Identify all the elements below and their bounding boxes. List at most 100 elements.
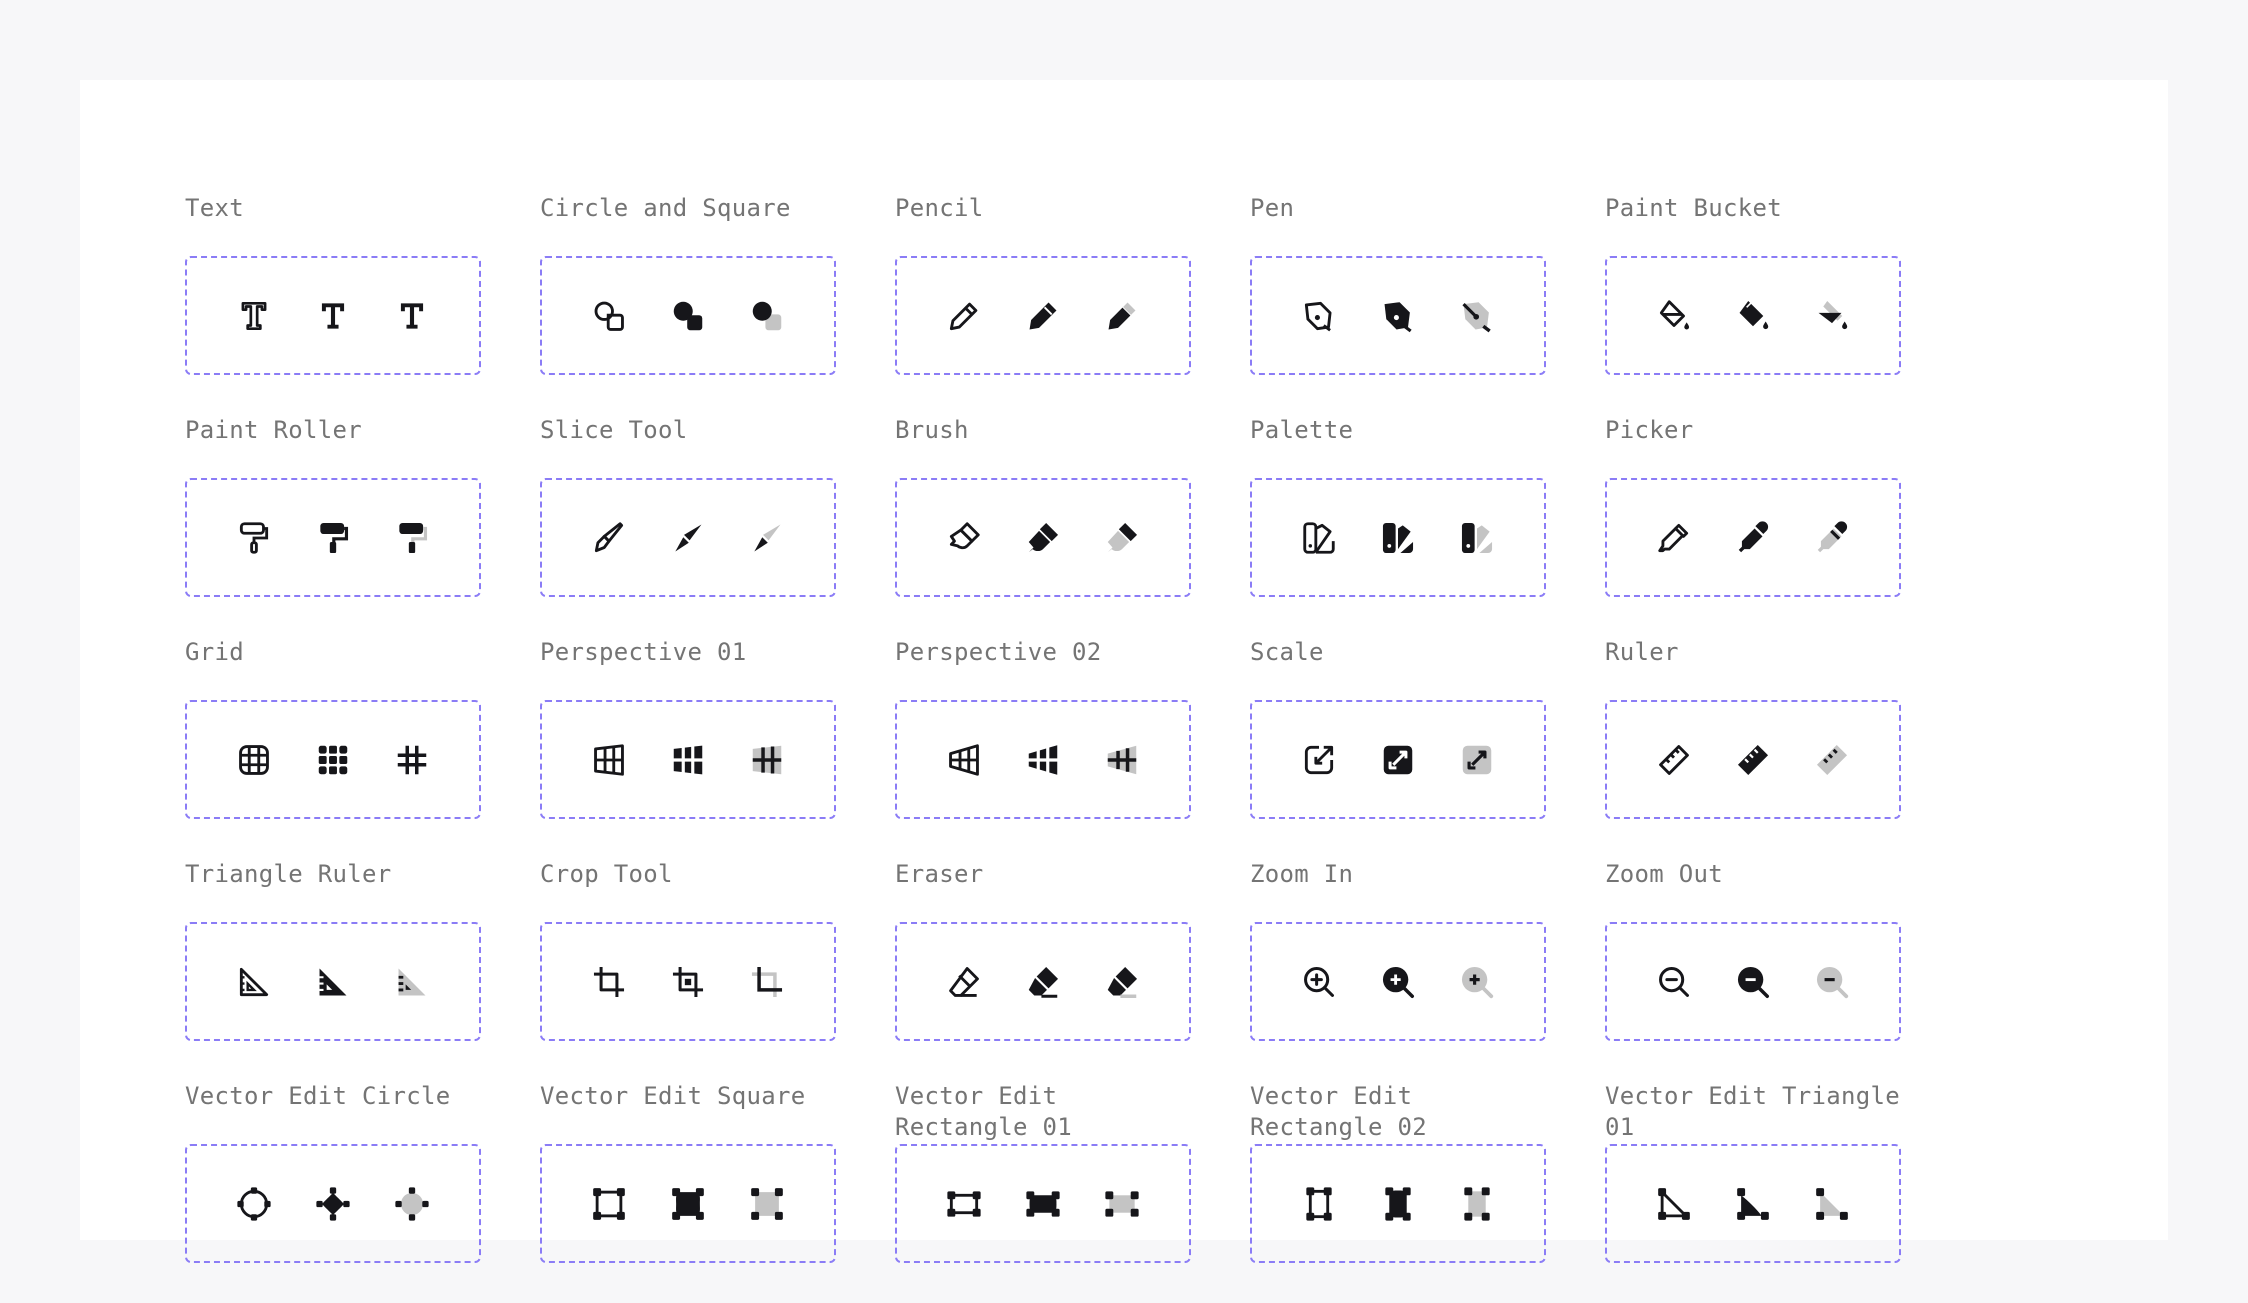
scale-outline-icon[interactable] [1297,738,1341,782]
palette-solid-icon[interactable] [1376,516,1420,560]
vector-edit-triangle-01-outline-icon[interactable] [1652,1182,1696,1226]
perspective-02-outline-icon[interactable] [942,738,986,782]
text-outline-icon[interactable] [232,294,276,338]
paint-roller-solid-icon[interactable] [311,516,355,560]
zoom-out-solid-icon[interactable] [1731,960,1775,1004]
vector-edit-square-outline-icon[interactable] [587,1182,631,1226]
icon-set-label: Picker [1605,416,1694,444]
vector-edit-square-duotone-icon[interactable] [745,1182,789,1226]
icon-set-pen: Pen [1250,193,1546,415]
perspective-01-duotone-icon[interactable] [745,738,789,782]
grid-duotone-icon[interactable] [390,738,434,782]
vector-edit-square-solid-icon[interactable] [666,1182,710,1226]
slice-tool-duotone-icon[interactable] [745,516,789,560]
ruler-outline-icon[interactable] [1652,738,1696,782]
icon-set-circle-square: Circle and Square [540,193,836,415]
circle-square-outline-icon[interactable] [587,294,631,338]
icon-variant-box [1605,1144,1901,1263]
icon-variant-box [540,256,836,375]
zoom-out-duotone-icon[interactable] [1810,960,1854,1004]
eraser-duotone-icon[interactable] [1100,960,1144,1004]
grid-solid-icon[interactable] [311,738,355,782]
scale-duotone-icon[interactable] [1455,738,1499,782]
picker-duotone-icon[interactable] [1810,516,1854,560]
vector-edit-circle-solid-icon[interactable] [311,1182,355,1226]
vector-edit-rectangle-01-outline-icon[interactable] [942,1182,986,1226]
paint-bucket-duotone-icon[interactable] [1810,294,1854,338]
triangle-ruler-solid-icon[interactable] [311,960,355,1004]
perspective-01-solid-icon[interactable] [666,738,710,782]
icon-variant-box [540,1144,836,1263]
pen-outline-icon[interactable] [1297,294,1341,338]
paint-bucket-solid-icon[interactable] [1731,294,1775,338]
paint-roller-duotone-icon[interactable] [390,516,434,560]
brush-outline-icon[interactable] [942,516,986,560]
vector-edit-rectangle-01-solid-icon[interactable] [1021,1182,1065,1226]
icon-variant-box [1250,1144,1546,1263]
icon-set-pencil: Pencil [895,193,1191,415]
eraser-outline-icon[interactable] [942,960,986,1004]
icon-set-label: Brush [895,416,969,444]
ruler-solid-icon[interactable] [1731,738,1775,782]
brush-duotone-icon[interactable] [1100,516,1144,560]
vector-edit-rectangle-01-duotone-icon[interactable] [1100,1182,1144,1226]
perspective-02-solid-icon[interactable] [1021,738,1065,782]
ruler-duotone-icon[interactable] [1810,738,1854,782]
vector-edit-rectangle-02-duotone-icon[interactable] [1455,1182,1499,1226]
picker-outline-icon[interactable] [1652,516,1696,560]
zoom-in-duotone-icon[interactable] [1455,960,1499,1004]
brush-solid-icon[interactable] [1021,516,1065,560]
pencil-solid-icon[interactable] [1021,294,1065,338]
text-duotone-icon[interactable] [390,294,434,338]
icon-set-eraser: Eraser [895,859,1191,1081]
paint-roller-outline-icon[interactable] [232,516,276,560]
icon-variant-box [1605,922,1901,1041]
zoom-in-outline-icon[interactable] [1297,960,1341,1004]
scale-solid-icon[interactable] [1376,738,1420,782]
slice-tool-solid-icon[interactable] [666,516,710,560]
icon-variant-box [185,478,481,597]
crop-tool-outline-icon[interactable] [587,960,631,1004]
zoom-in-solid-icon[interactable] [1376,960,1420,1004]
pencil-outline-icon[interactable] [942,294,986,338]
circle-square-duotone-icon[interactable] [745,294,789,338]
text-solid-icon[interactable] [311,294,355,338]
pen-solid-icon[interactable] [1376,294,1420,338]
picker-solid-icon[interactable] [1731,516,1775,560]
vector-edit-rectangle-02-solid-icon[interactable] [1376,1182,1420,1226]
circle-square-solid-icon[interactable] [666,294,710,338]
icon-set-label: Ruler [1605,638,1679,666]
icon-set-label: Vector Edit Rectangle 02 [1250,1082,1427,1141]
icon-set-palette: Palette [1250,415,1546,637]
crop-tool-duotone-icon[interactable] [745,960,789,1004]
icon-set-label: Scale [1250,638,1324,666]
icon-set-label: Eraser [895,860,984,888]
zoom-out-outline-icon[interactable] [1652,960,1696,1004]
grid-outline-icon[interactable] [232,738,276,782]
vector-edit-circle-outline-icon[interactable] [232,1182,276,1226]
triangle-ruler-duotone-icon[interactable] [390,960,434,1004]
vector-edit-rectangle-02-outline-icon[interactable] [1297,1182,1341,1226]
vector-edit-circle-duotone-icon[interactable] [390,1182,434,1226]
icon-variant-box [895,922,1191,1041]
perspective-02-duotone-icon[interactable] [1100,738,1144,782]
slice-tool-outline-icon[interactable] [587,516,631,560]
vector-edit-triangle-01-solid-icon[interactable] [1731,1182,1775,1226]
icon-variant-box [540,922,836,1041]
pencil-duotone-icon[interactable] [1100,294,1144,338]
paint-bucket-outline-icon[interactable] [1652,294,1696,338]
eraser-solid-icon[interactable] [1021,960,1065,1004]
icon-set-label: Text [185,194,244,222]
pen-duotone-icon[interactable] [1455,294,1499,338]
icon-set-label: Vector Edit Triangle 01 [1605,1082,1900,1141]
icon-set-label: Vector Edit Rectangle 01 [895,1082,1072,1141]
icon-set-zoom-out: Zoom Out [1605,859,1901,1081]
palette-duotone-icon[interactable] [1455,516,1499,560]
triangle-ruler-outline-icon[interactable] [232,960,276,1004]
crop-tool-solid-icon[interactable] [666,960,710,1004]
perspective-01-outline-icon[interactable] [587,738,631,782]
icon-grid: Text Circle and Square Pencil Pen Paint Buck… [185,193,1901,1303]
vector-edit-triangle-01-duotone-icon[interactable] [1810,1182,1854,1226]
palette-outline-icon[interactable] [1297,516,1341,560]
icon-variant-box [1250,256,1546,375]
